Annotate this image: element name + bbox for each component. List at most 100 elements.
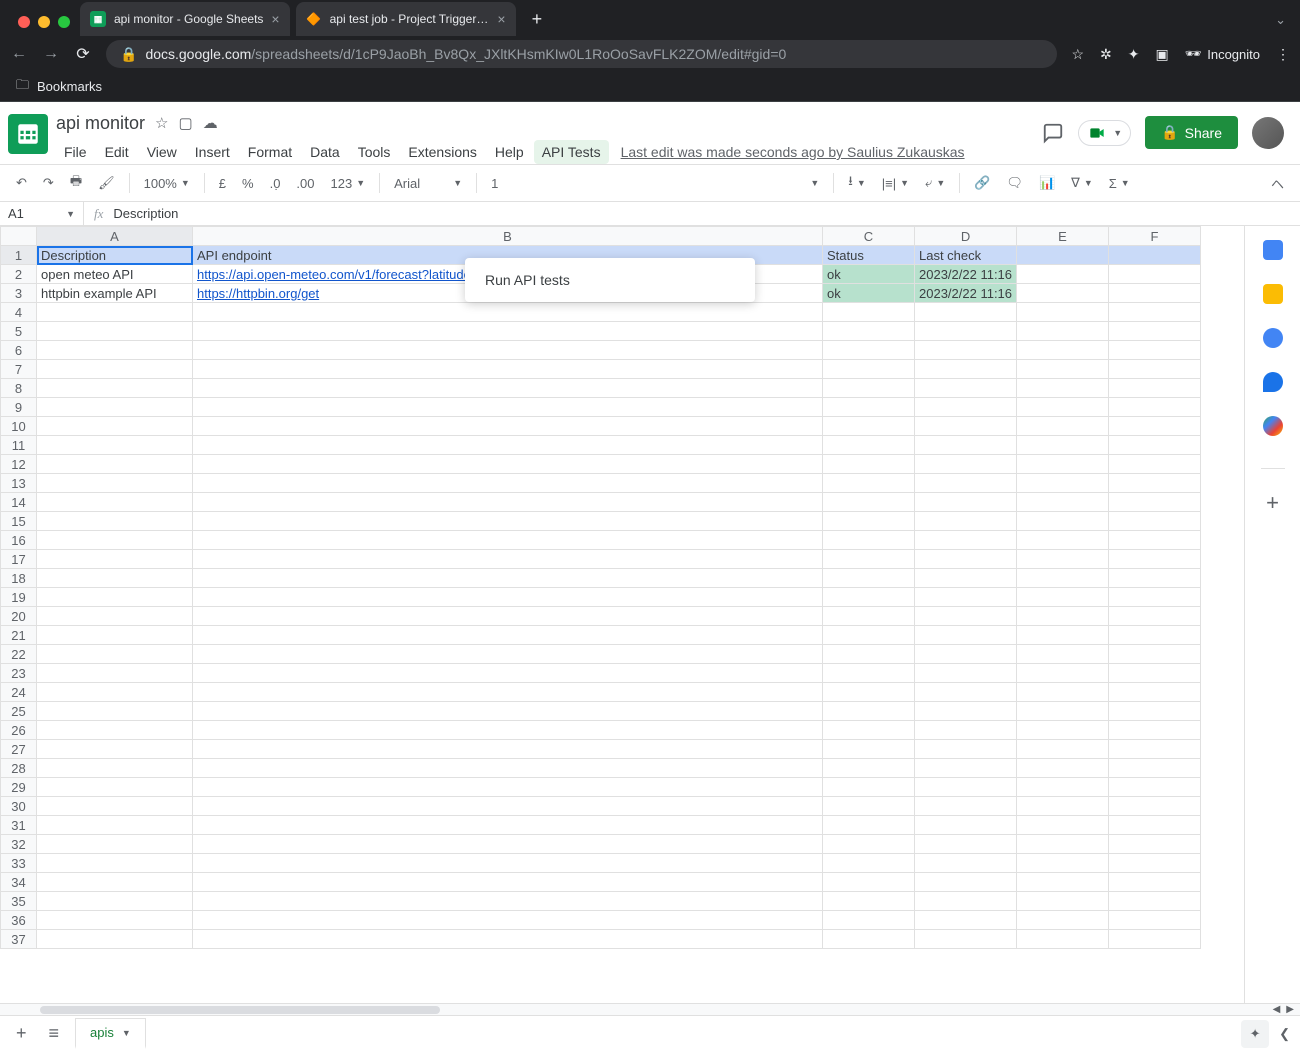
row-header-8[interactable]: 8	[1, 379, 37, 398]
functions-icon[interactable]: Σ▼	[1103, 172, 1136, 195]
cell-F19[interactable]	[1109, 588, 1201, 607]
cell-A11[interactable]	[37, 436, 193, 455]
halign-icon[interactable]: |≡|▼	[876, 172, 915, 195]
back-icon[interactable]: ←	[10, 45, 28, 63]
row-header-11[interactable]: 11	[1, 436, 37, 455]
row-header-26[interactable]: 26	[1, 721, 37, 740]
cell-E7[interactable]	[1017, 360, 1109, 379]
cell-D20[interactable]	[915, 607, 1017, 626]
row-header-21[interactable]: 21	[1, 626, 37, 645]
cell-F7[interactable]	[1109, 360, 1201, 379]
col-header-E[interactable]: E	[1017, 227, 1109, 246]
cell-C4[interactable]	[823, 303, 915, 322]
cell-D16[interactable]	[915, 531, 1017, 550]
wrap-icon[interactable]: ⤶▼	[919, 171, 951, 195]
cell-A13[interactable]	[37, 474, 193, 493]
close-tab-icon[interactable]: ×	[497, 11, 505, 27]
cell-C27[interactable]	[823, 740, 915, 759]
side-panel-toggle-icon[interactable]: ❮	[1279, 1026, 1290, 1042]
sheets-logo-icon[interactable]	[8, 114, 48, 154]
cell-A24[interactable]	[37, 683, 193, 702]
cell-B17[interactable]	[193, 550, 823, 569]
cell-E10[interactable]	[1017, 417, 1109, 436]
row-header-4[interactable]: 4	[1, 303, 37, 322]
cell-E9[interactable]	[1017, 398, 1109, 417]
cell-A31[interactable]	[37, 816, 193, 835]
menu-run-api-tests[interactable]: Run API tests	[465, 264, 755, 296]
cell-E32[interactable]	[1017, 835, 1109, 854]
tab-overflow-icon[interactable]: ⌄	[1261, 12, 1300, 36]
cell-C20[interactable]	[823, 607, 915, 626]
cell-B18[interactable]	[193, 569, 823, 588]
cell-C26[interactable]	[823, 721, 915, 740]
cell-F23[interactable]	[1109, 664, 1201, 683]
cell-F3[interactable]	[1109, 284, 1201, 303]
more-formats-icon[interactable]: 123▼	[325, 172, 372, 195]
cell-B11[interactable]	[193, 436, 823, 455]
cell-C24[interactable]	[823, 683, 915, 702]
extensions-puzzle-icon[interactable]: ✦	[1128, 46, 1140, 63]
cell-F12[interactable]	[1109, 455, 1201, 474]
cell-F2[interactable]	[1109, 265, 1201, 284]
font-size-select[interactable]: 1	[485, 172, 504, 195]
cell-E11[interactable]	[1017, 436, 1109, 455]
zoom-select[interactable]: 100%▼	[138, 172, 196, 195]
cell-D27[interactable]	[915, 740, 1017, 759]
cell-C1[interactable]: Status	[823, 246, 915, 265]
menu-data[interactable]: Data	[302, 140, 348, 164]
cell-E20[interactable]	[1017, 607, 1109, 626]
spreadsheet-grid[interactable]: A B C D E F 1DescriptionAPI endpointStat…	[0, 226, 1244, 1003]
cell-E24[interactable]	[1017, 683, 1109, 702]
scrollbar-thumb[interactable]	[40, 1006, 440, 1014]
row-header-33[interactable]: 33	[1, 854, 37, 873]
cell-D6[interactable]	[915, 341, 1017, 360]
reload-icon[interactable]: ⟳	[74, 44, 92, 64]
cell-C31[interactable]	[823, 816, 915, 835]
cell-C5[interactable]	[823, 322, 915, 341]
last-edit-link[interactable]: Last edit was made seconds ago by Sauliu…	[621, 144, 965, 160]
cell-B36[interactable]	[193, 911, 823, 930]
cell-B19[interactable]	[193, 588, 823, 607]
cell-B6[interactable]	[193, 341, 823, 360]
cell-C7[interactable]	[823, 360, 915, 379]
cell-D17[interactable]	[915, 550, 1017, 569]
cell-F4[interactable]	[1109, 303, 1201, 322]
col-header-D[interactable]: D	[915, 227, 1017, 246]
undo-icon[interactable]: ↶	[10, 171, 33, 195]
cell-F33[interactable]	[1109, 854, 1201, 873]
cell-D22[interactable]	[915, 645, 1017, 664]
cell-E35[interactable]	[1017, 892, 1109, 911]
cell-A36[interactable]	[37, 911, 193, 930]
cell-A14[interactable]	[37, 493, 193, 512]
cell-A7[interactable]	[37, 360, 193, 379]
cell-E13[interactable]	[1017, 474, 1109, 493]
cell-C17[interactable]	[823, 550, 915, 569]
meet-button[interactable]: ▼	[1078, 120, 1131, 146]
row-header-27[interactable]: 27	[1, 740, 37, 759]
menu-format[interactable]: Format	[240, 140, 300, 164]
cell-B32[interactable]	[193, 835, 823, 854]
cell-F10[interactable]	[1109, 417, 1201, 436]
cell-E12[interactable]	[1017, 455, 1109, 474]
cell-E5[interactable]	[1017, 322, 1109, 341]
cell-C9[interactable]	[823, 398, 915, 417]
row-header-36[interactable]: 36	[1, 911, 37, 930]
cell-E16[interactable]	[1017, 531, 1109, 550]
cell-E8[interactable]	[1017, 379, 1109, 398]
cell-E6[interactable]	[1017, 341, 1109, 360]
print-icon[interactable]: 🖶	[64, 168, 88, 198]
row-header-35[interactable]: 35	[1, 892, 37, 911]
cell-A26[interactable]	[37, 721, 193, 740]
cell-D8[interactable]	[915, 379, 1017, 398]
cell-D36[interactable]	[915, 911, 1017, 930]
row-header-14[interactable]: 14	[1, 493, 37, 512]
cell-E25[interactable]	[1017, 702, 1109, 721]
cell-F22[interactable]	[1109, 645, 1201, 664]
close-tab-icon[interactable]: ×	[271, 11, 279, 27]
cell-E23[interactable]	[1017, 664, 1109, 683]
cell-C15[interactable]	[823, 512, 915, 531]
cell-F28[interactable]	[1109, 759, 1201, 778]
chart-icon[interactable]: 📊	[1033, 171, 1061, 195]
cell-E37[interactable]	[1017, 930, 1109, 949]
cell-B33[interactable]	[193, 854, 823, 873]
